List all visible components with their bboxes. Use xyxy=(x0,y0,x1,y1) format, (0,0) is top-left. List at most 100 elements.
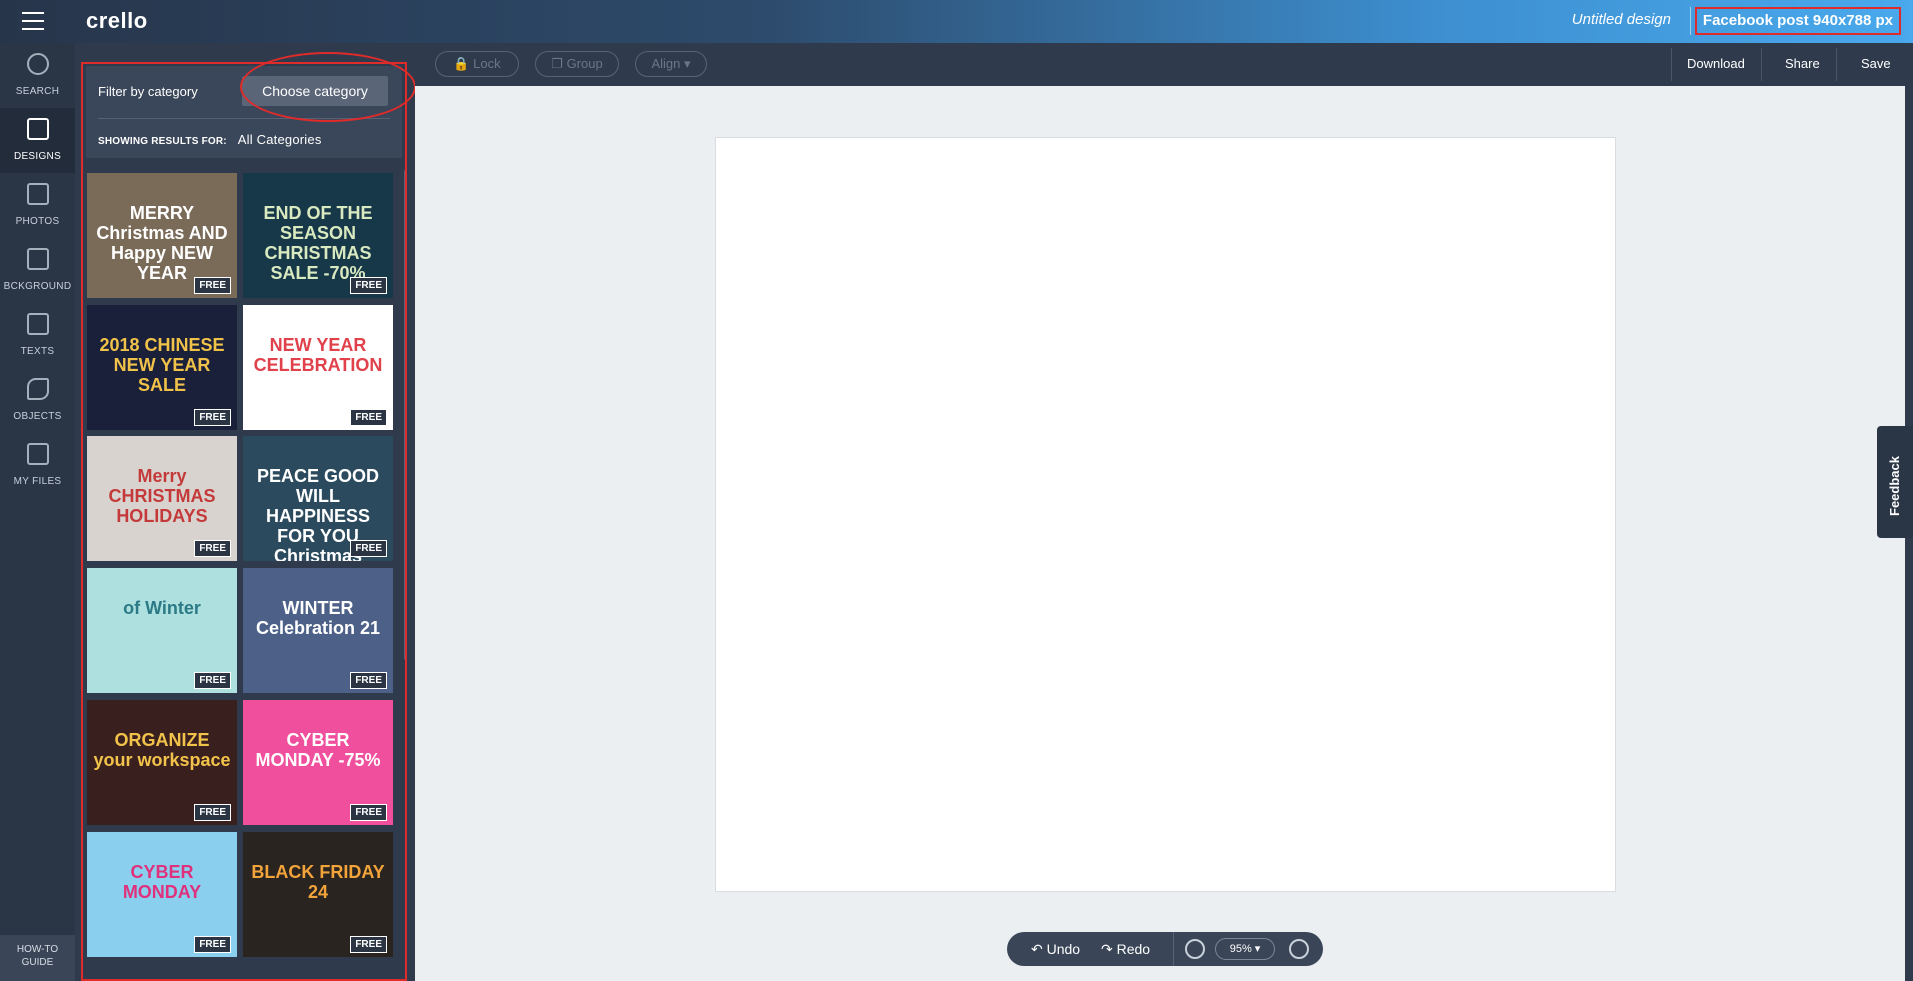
free-badge: FREE xyxy=(350,540,387,557)
showing-label: SHOWING RESULTS FOR: xyxy=(98,136,227,147)
redo-icon: ↷ xyxy=(1101,941,1113,957)
free-badge: FREE xyxy=(350,672,387,689)
search-icon xyxy=(26,53,49,75)
free-badge: FREE xyxy=(194,936,231,953)
nav-label: BCKGROUND xyxy=(3,281,72,292)
nav-my-files[interactable]: MY FILES xyxy=(0,433,75,498)
redo-label: Redo xyxy=(1116,941,1151,957)
template-title: of Winter xyxy=(123,598,201,618)
nav-label: TEXTS xyxy=(20,346,55,357)
template-thumbnail[interactable]: Merry CHRISTMAS HOLIDAYS FREE xyxy=(87,436,237,561)
free-badge: FREE xyxy=(194,540,231,557)
template-title: CYBER MONDAY xyxy=(122,862,202,902)
template-thumbnail[interactable]: of Winter FREE xyxy=(87,568,237,693)
share-button[interactable]: Share xyxy=(1785,56,1820,71)
bottom-controls: ↶ Undo ↷ Redo 95% ▾ xyxy=(1007,932,1323,966)
template-thumbnail[interactable]: CYBER MONDAY FREE xyxy=(87,832,237,957)
free-badge: FREE xyxy=(350,409,387,426)
template-title: MERRY Christmas AND Happy NEW YEAR xyxy=(96,203,228,283)
menu-icon[interactable] xyxy=(22,12,44,30)
nav-photos[interactable]: PHOTOS xyxy=(0,173,75,238)
template-title: BLACK FRIDAY 24 xyxy=(251,862,385,902)
lock-icon: 🔒 xyxy=(453,56,470,71)
template-thumbnail[interactable]: WINTER Celebration 21 FREE xyxy=(243,568,393,693)
nav-label: SEARCH xyxy=(15,86,60,97)
zoom-in-icon[interactable] xyxy=(1289,939,1309,959)
template-thumbnail[interactable]: ORGANIZE your workspace FREE xyxy=(87,700,237,825)
divider xyxy=(1671,48,1672,81)
nav-label: MY FILES xyxy=(13,476,62,487)
design-canvas[interactable] xyxy=(715,137,1616,892)
text-icon xyxy=(26,313,49,335)
template-thumbnail[interactable]: END OF THE SEASON CHRISTMAS SALE -70% FRE… xyxy=(243,173,393,298)
divider xyxy=(1173,932,1174,966)
nav-label: PHOTOS xyxy=(15,216,60,227)
feedback-tab[interactable]: Feedback xyxy=(1877,426,1913,538)
zoom-select[interactable]: 95% ▾ xyxy=(1215,938,1275,960)
divider xyxy=(1836,48,1837,81)
free-badge: FREE xyxy=(350,804,387,821)
app-logo[interactable]: crello xyxy=(86,8,148,34)
nav-background[interactable]: BCKGROUND xyxy=(0,238,75,303)
design-title[interactable]: Untitled design xyxy=(1572,11,1671,28)
nav-objects[interactable]: OBJECTS xyxy=(0,368,75,433)
showing-results: SHOWING RESULTS FOR: All Categories xyxy=(98,132,322,147)
how-to-guide-button[interactable]: HOW-TO GUIDE xyxy=(0,935,75,981)
free-badge: FREE xyxy=(194,804,231,821)
free-badge: FREE xyxy=(194,277,231,294)
nav-label: OBJECTS xyxy=(13,411,62,422)
zoom-out-icon[interactable] xyxy=(1185,939,1205,959)
nav-designs[interactable]: DESIGNS xyxy=(0,108,75,173)
left-nav: SEARCH DESIGNS PHOTOS BCKGROUND TEXTS OB… xyxy=(0,43,75,981)
download-button[interactable]: Download xyxy=(1687,56,1745,71)
undo-label: Undo xyxy=(1046,941,1081,957)
toolbar: 🔒 Lock ❐ Group Align ▾ Download Share Sa… xyxy=(415,43,1913,86)
objects-icon xyxy=(26,378,49,400)
divider xyxy=(98,118,390,119)
filter-box: Filter by category Choose category SHOWI… xyxy=(86,66,402,158)
template-title: CYBER MONDAY -75% xyxy=(255,730,381,770)
choose-category-button[interactable]: Choose category xyxy=(242,76,388,106)
lock-label: Lock xyxy=(473,56,501,71)
nav-label: DESIGNS xyxy=(13,151,62,162)
align-button[interactable]: Align ▾ xyxy=(635,51,707,77)
template-title: WINTER Celebration 21 xyxy=(255,598,381,638)
top-bar: crello Untitled design Facebook post 940… xyxy=(0,0,1913,43)
howto-line: HOW-TO xyxy=(16,944,59,955)
template-title: END OF THE SEASON CHRISTMAS SALE -70% xyxy=(263,203,373,283)
undo-button[interactable]: ↶ Undo xyxy=(1031,941,1080,958)
background-icon xyxy=(26,248,49,270)
layout-icon xyxy=(26,118,49,140)
template-thumbnail[interactable]: PEACE GOOD WILL HAPPINESS FOR YOU Christ… xyxy=(243,436,393,561)
divider xyxy=(1761,48,1762,81)
redo-button[interactable]: ↷ Redo xyxy=(1101,941,1150,958)
template-title: 2018 CHINESE NEW YEAR SALE xyxy=(99,335,225,395)
group-button[interactable]: ❐ Group xyxy=(535,51,619,77)
files-icon xyxy=(26,443,49,465)
free-badge: FREE xyxy=(350,936,387,953)
showing-value: All Categories xyxy=(237,132,322,147)
group-label: Group xyxy=(566,56,603,71)
group-icon: ❐ xyxy=(551,56,563,71)
feedback-label: Feedback xyxy=(1887,456,1902,516)
template-thumbnail[interactable]: CYBER MONDAY -75% FREE xyxy=(243,700,393,825)
save-button[interactable]: Save xyxy=(1861,56,1891,71)
template-title: NEW YEAR CELEBRATION xyxy=(253,335,383,375)
panel-scrollbar[interactable] xyxy=(404,170,407,660)
template-thumbnail[interactable]: BLACK FRIDAY 24 FREE xyxy=(243,832,393,957)
free-badge: FREE xyxy=(194,672,231,689)
howto-line: GUIDE xyxy=(21,957,54,968)
template-title: ORGANIZE your workspace xyxy=(93,730,231,770)
template-thumbnail[interactable]: NEW YEAR CELEBRATION FREE xyxy=(243,305,393,430)
free-badge: FREE xyxy=(194,409,231,426)
template-thumbnail[interactable]: MERRY Christmas AND Happy NEW YEAR FREE xyxy=(87,173,237,298)
format-label[interactable]: Facebook post 940x788 px xyxy=(1694,7,1901,35)
free-badge: FREE xyxy=(350,277,387,294)
lock-button[interactable]: 🔒 Lock xyxy=(435,51,519,77)
nav-texts[interactable]: TEXTS xyxy=(0,303,75,368)
template-thumbnail[interactable]: 2018 CHINESE NEW YEAR SALE FREE xyxy=(87,305,237,430)
divider xyxy=(1690,7,1691,35)
photo-icon xyxy=(26,183,49,205)
nav-search[interactable]: SEARCH xyxy=(0,43,75,108)
template-title: Merry CHRISTMAS HOLIDAYS xyxy=(108,466,216,526)
